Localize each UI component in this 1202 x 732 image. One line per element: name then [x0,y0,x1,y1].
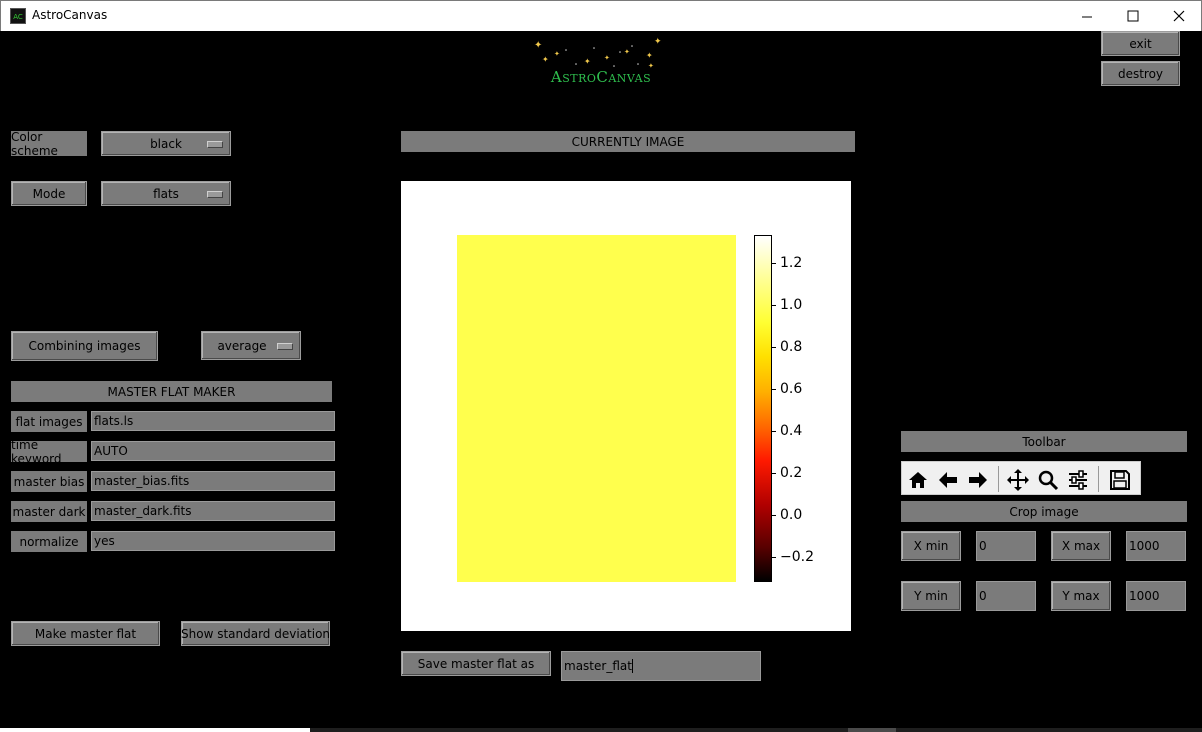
app-icon: AC [10,8,26,24]
window-title: AstroCanvas [32,8,108,22]
svg-text:✦: ✦ [624,48,630,56]
colorbar-tick-label: 0.6 [780,381,803,397]
xmin-input[interactable]: 0 [976,531,1036,561]
svg-text:✦: ✦ [654,37,662,47]
master-dark-field[interactable]: master_dark.fits [91,501,335,521]
master-dark-label: master dark [11,501,87,522]
master-bias-label: master bias [11,471,87,492]
flat-image [457,235,736,582]
mode-label: Mode [11,181,87,206]
colorbar-tick-label: 0.8 [780,339,803,355]
make-master-flat-button[interactable]: Make master flat [11,621,160,646]
master-bias-field[interactable]: master_bias.fits [91,471,335,491]
colorbar-tick-label: 1.2 [780,255,803,271]
dropdown-indicator-icon [207,190,223,198]
colorbar-tick-label: 0.4 [780,423,803,439]
svg-text:✦: ✦ [646,51,653,60]
window-titlebar: AC AstroCanvas [0,0,1202,31]
pan-icon[interactable] [1005,467,1031,493]
minimize-icon [1081,16,1092,17]
color-scheme-dropdown[interactable]: black [101,131,231,156]
maximize-icon [1127,10,1139,22]
ymin-input[interactable]: 0 [976,581,1036,611]
colorbar-ticks: 1.2 1.0 0.8 0.6 0.4 0.2 0.0 −0.2 [772,235,832,582]
xmax-input[interactable]: 1000 [1126,531,1186,561]
destroy-button[interactable]: destroy [1101,61,1180,86]
time-keyword-field[interactable]: AUTO [91,441,335,461]
text-cursor [631,659,633,673]
combining-method-dropdown[interactable]: average [201,331,301,360]
configure-icon[interactable] [1065,467,1091,493]
toolbar-separator [998,466,999,492]
colorbar-tick-label: 0.2 [780,465,803,481]
toolbar-separator [1098,466,1099,492]
toolbar-header: Toolbar [901,431,1187,452]
horizontal-scrollbar[interactable] [310,728,1202,732]
colorbar-tick-label: 0.0 [780,507,803,523]
scrollbar-thumb[interactable] [848,728,896,732]
colorbar [754,235,772,582]
stars-graphic: ✦ ✦ ✦ ✦ ✦ ✦ ✦ ✦ ✦ [534,37,662,70]
combining-method-value: average [217,338,267,353]
crop-header: Crop image [901,501,1187,522]
svg-text:✦: ✦ [542,55,549,64]
master-flat-header: MASTER FLAT MAKER [11,381,332,402]
logo-text: AstroCanvas [550,68,652,86]
combining-images-button[interactable]: Combining images [11,331,158,361]
save-icon[interactable] [1107,467,1133,493]
colorbar-tick-label: 1.0 [780,297,803,313]
back-arrow-icon[interactable] [935,467,961,493]
svg-text:✦: ✦ [584,57,591,66]
svg-text:✦: ✦ [534,40,542,51]
flat-images-field[interactable]: flats.ls [91,411,335,431]
exit-button[interactable]: exit [1101,31,1180,56]
close-button[interactable] [1156,1,1202,31]
forward-arrow-icon[interactable] [965,467,991,493]
color-scheme-label: Color scheme [11,130,87,158]
bottom-strip [0,728,310,732]
home-icon[interactable] [905,467,931,493]
svg-text:✦: ✦ [604,54,610,62]
save-filename-value: master_flat [564,659,632,673]
plot-canvas[interactable]: 1.2 1.0 0.8 0.6 0.4 0.2 0.0 −0.2 [401,181,851,631]
maximize-button[interactable] [1110,1,1156,31]
show-std-deviation-button[interactable]: Show standard deviation [181,621,330,646]
dropdown-indicator-icon [277,342,293,350]
flat-images-label: flat images [11,411,87,432]
normalize-field[interactable]: yes [91,531,335,551]
matplotlib-toolbar [901,461,1141,495]
close-icon [1173,10,1185,22]
zoom-icon[interactable] [1035,467,1061,493]
save-master-flat-button[interactable]: Save master flat as [401,651,551,676]
xmin-label: X min [901,531,961,561]
app-logo: ✦ ✦ ✦ ✦ ✦ ✦ ✦ ✦ ✦ AstroCanvas [528,36,674,92]
normalize-label: normalize [11,531,87,552]
xmax-label: X max [1051,531,1111,561]
time-keyword-label: time keyword [11,438,87,466]
colorbar-tick-label: −0.2 [780,549,814,565]
svg-text:✦: ✦ [554,50,560,58]
ymax-label: Y max [1051,581,1111,611]
ymin-label: Y min [901,581,961,611]
mode-dropdown[interactable]: flats [101,181,231,206]
dropdown-indicator-icon [207,140,223,148]
save-filename-input[interactable]: master_flat [561,651,761,681]
ymax-input[interactable]: 1000 [1126,581,1186,611]
image-panel-header: CURRENTLY IMAGE [401,131,855,152]
minimize-button[interactable] [1064,1,1110,31]
